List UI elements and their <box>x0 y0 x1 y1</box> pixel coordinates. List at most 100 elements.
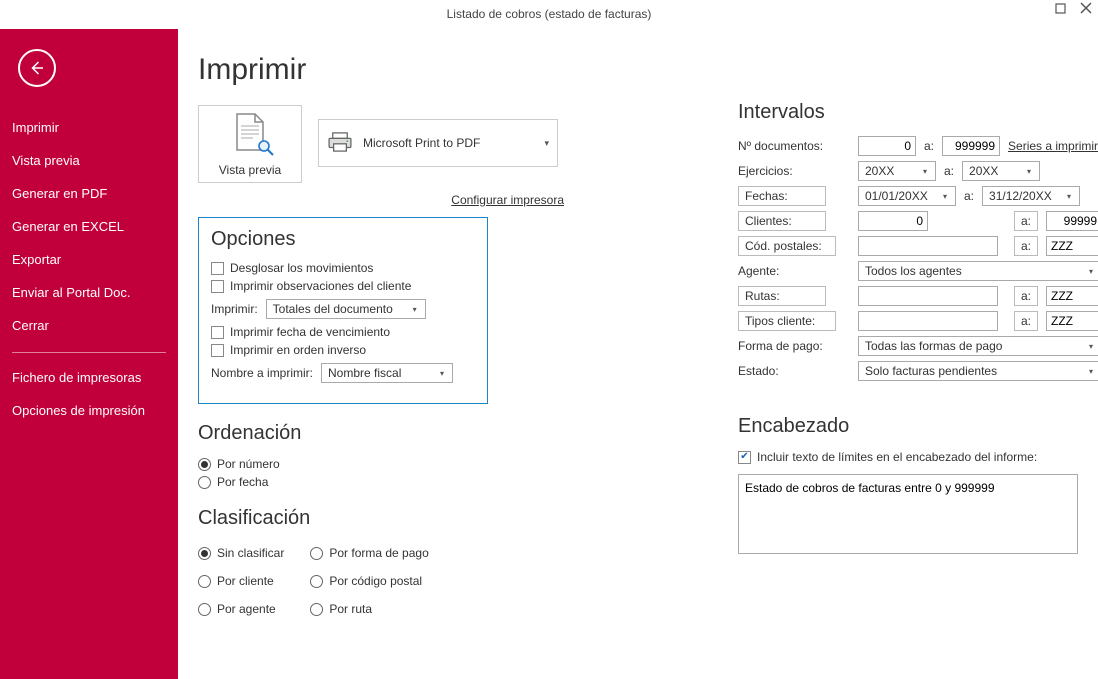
sidebar-item-generar-pdf[interactable]: Generar en PDF <box>0 177 178 210</box>
chevron-down-icon: ▾ <box>435 366 449 380</box>
estado-combo[interactable]: Solo facturas pendientes ▾ <box>858 361 1098 381</box>
agente-combo[interactable]: Todos los agentes ▾ <box>858 261 1098 281</box>
ejercicios-to-combo[interactable]: 20XX ▾ <box>962 161 1040 181</box>
chevron-down-icon: ▾ <box>1084 339 1098 353</box>
checkbox-icon <box>211 344 224 357</box>
cpostales-to-input[interactable] <box>1046 236 1098 256</box>
sidebar-item-opciones-impresion[interactable]: Opciones de impresión <box>0 394 178 427</box>
rutas-label[interactable]: Rutas: <box>738 286 826 306</box>
a-label-boxed[interactable]: a: <box>1014 211 1038 231</box>
estado-value: Solo facturas pendientes <box>865 364 997 378</box>
ejercicios-from-combo[interactable]: 20XX ▾ <box>858 161 936 181</box>
chevron-down-icon: ▾ <box>938 189 952 203</box>
forma-pago-label: Forma de pago: <box>738 339 858 353</box>
radio-icon <box>310 575 323 588</box>
radio-sin-clasificar-label: Sin clasificar <box>217 546 284 560</box>
radio-por-codigo-postal-label: Por código postal <box>329 574 422 588</box>
radio-icon <box>198 458 211 471</box>
chk-fecha-vencimiento[interactable]: Imprimir fecha de vencimiento <box>211 325 475 339</box>
radio-por-fecha[interactable]: Por fecha <box>198 475 558 489</box>
radio-icon <box>310 547 323 560</box>
agente-value: Todos los agentes <box>865 264 962 278</box>
rutas-from-input[interactable] <box>858 286 998 306</box>
chevron-down-icon: ▾ <box>1084 364 1098 378</box>
vista-previa-button[interactable]: Vista previa <box>198 105 302 183</box>
sidebar-item-exportar[interactable]: Exportar <box>0 243 178 276</box>
cpostales-from-input[interactable] <box>858 236 998 256</box>
a-label-boxed[interactable]: a: <box>1014 236 1038 256</box>
chevron-down-icon: ▾ <box>408 302 422 316</box>
radio-por-forma-pago[interactable]: Por forma de pago <box>310 546 428 560</box>
nombre-imprimir-combo[interactable]: Nombre fiscal ▾ <box>321 363 453 383</box>
checkbox-checked-icon: ✔ <box>738 451 751 464</box>
chk-observaciones-label: Imprimir observaciones del cliente <box>230 279 411 293</box>
radio-icon <box>198 476 211 489</box>
chevron-down-icon: ▾ <box>544 138 549 149</box>
chk-incluir-texto-limites[interactable]: ✔ Incluir texto de límites en el encabez… <box>738 450 1078 464</box>
rutas-to-input[interactable] <box>1046 286 1098 306</box>
clientes-from-input[interactable] <box>858 211 928 231</box>
chk-desglosar-label: Desglosar los movimientos <box>230 261 373 275</box>
sidebar-item-imprimir[interactable]: Imprimir <box>0 111 178 144</box>
radio-por-numero[interactable]: Por número <box>198 457 558 471</box>
radio-por-fecha-label: Por fecha <box>217 475 268 489</box>
radio-por-ruta[interactable]: Por ruta <box>310 602 428 616</box>
window-maximize-icon[interactable] <box>1054 2 1066 14</box>
radio-por-cliente[interactable]: Por cliente <box>198 574 284 588</box>
chk-orden-inverso-label: Imprimir en orden inverso <box>230 343 366 357</box>
forma-pago-combo[interactable]: Todas las formas de pago ▾ <box>858 336 1098 356</box>
sidebar-item-fichero-impresoras[interactable]: Fichero de impresoras <box>0 361 178 394</box>
back-button[interactable] <box>18 49 56 87</box>
checkbox-icon <box>211 326 224 339</box>
printer-selector[interactable]: Microsoft Print to PDF ▾ <box>318 119 558 167</box>
printer-name: Microsoft Print to PDF <box>363 136 480 150</box>
encabezado-group: Encabezado ✔ Incluir texto de límites en… <box>738 415 1078 557</box>
a-label: a: <box>944 164 954 178</box>
radio-por-cliente-label: Por cliente <box>217 574 274 588</box>
configure-printer-link[interactable]: Configurar impresora <box>451 193 564 207</box>
a-label: a: <box>964 189 974 203</box>
a-label-boxed[interactable]: a: <box>1014 311 1038 331</box>
radio-sin-clasificar[interactable]: Sin clasificar <box>198 546 284 560</box>
sidebar-item-cerrar[interactable]: Cerrar <box>0 309 178 342</box>
radio-por-agente-label: Por agente <box>217 602 276 616</box>
sidebar-item-enviar-portal[interactable]: Enviar al Portal Doc. <box>0 276 178 309</box>
imprimir-combo[interactable]: Totales del documento ▾ <box>266 299 426 319</box>
chevron-down-icon: ▾ <box>1022 164 1036 178</box>
sidebar: Imprimir Vista previa Generar en PDF Gen… <box>0 29 178 679</box>
sidebar-item-generar-excel[interactable]: Generar en EXCEL <box>0 210 178 243</box>
vista-previa-label: Vista previa <box>219 163 281 177</box>
a-label-boxed[interactable]: a: <box>1014 286 1038 306</box>
clientes-to-input[interactable] <box>1046 211 1098 231</box>
forma-pago-value: Todas las formas de pago <box>865 339 1002 353</box>
clientes-label[interactable]: Clientes: <box>738 211 826 231</box>
chk-desglosar[interactable]: Desglosar los movimientos <box>211 261 475 275</box>
document-icon <box>233 112 267 157</box>
arrow-left-icon <box>28 59 46 77</box>
radio-por-agente[interactable]: Por agente <box>198 602 284 616</box>
fechas-to-combo[interactable]: 31/12/20XX ▾ <box>982 186 1080 206</box>
title-bar: Listado de cobros (estado de facturas) <box>0 0 1098 28</box>
tipos-cliente-label[interactable]: Tipos cliente: <box>738 311 836 331</box>
window-close-icon[interactable] <box>1080 2 1092 14</box>
cpostales-label[interactable]: Cód. postales: <box>738 236 836 256</box>
radio-por-codigo-postal[interactable]: Por código postal <box>310 574 428 588</box>
ndoc-to-input[interactable] <box>942 136 1000 156</box>
a-label: a: <box>924 139 934 153</box>
printer-icon <box>327 132 353 155</box>
radio-icon <box>310 603 323 616</box>
chevron-down-icon: ▾ <box>918 164 932 178</box>
chk-orden-inverso[interactable]: Imprimir en orden inverso <box>211 343 475 357</box>
ndoc-from-input[interactable] <box>858 136 916 156</box>
tipos-from-input[interactable] <box>858 311 998 331</box>
chk-incluir-label: Incluir texto de límites en el encabezad… <box>757 450 1037 464</box>
series-imprimir-link[interactable]: Series a imprimir: <box>1008 139 1098 153</box>
encabezado-textarea[interactable] <box>738 474 1078 554</box>
fechas-from-combo[interactable]: 01/01/20XX ▾ <box>858 186 956 206</box>
ejercicios-to-value: 20XX <box>969 164 998 178</box>
fechas-label[interactable]: Fechas: <box>738 186 826 206</box>
tipos-to-input[interactable] <box>1046 311 1098 331</box>
sidebar-item-vista-previa[interactable]: Vista previa <box>0 144 178 177</box>
chk-observaciones[interactable]: Imprimir observaciones del cliente <box>211 279 475 293</box>
radio-icon <box>198 603 211 616</box>
